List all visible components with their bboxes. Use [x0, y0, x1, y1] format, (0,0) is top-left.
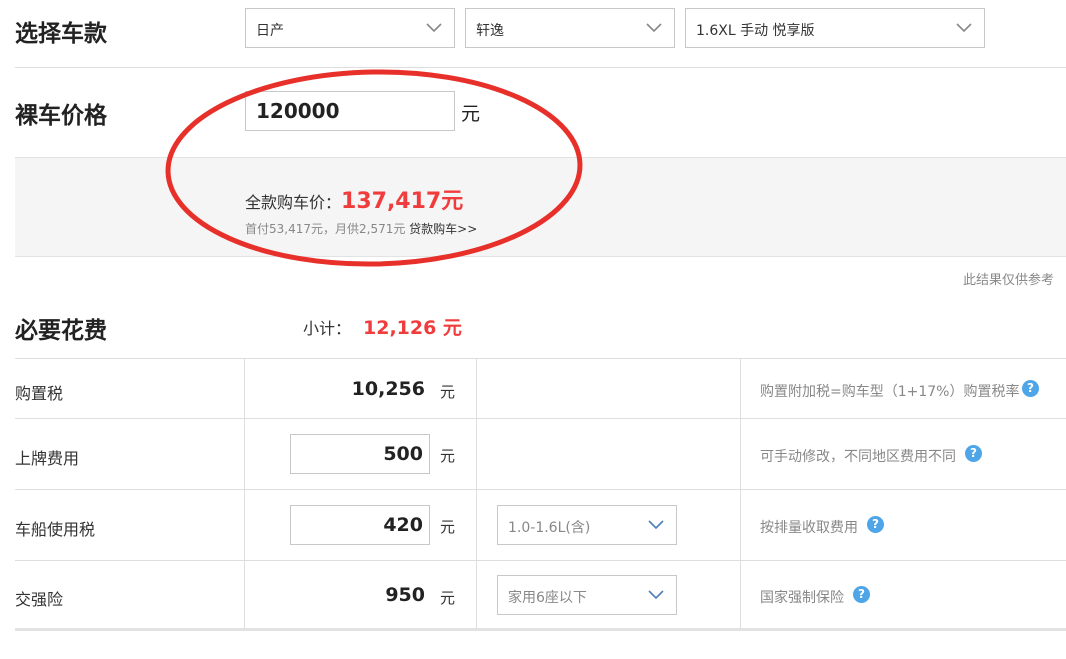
- table-divider: [15, 489, 1066, 490]
- bare-price-title: 裸车价格: [15, 103, 107, 129]
- table-col-divider: [476, 358, 477, 630]
- disclaimer: 此结果仅供参考: [963, 273, 1055, 288]
- purchase-tax-unit: 元: [440, 383, 456, 401]
- question-mark-icon[interactable]: ?: [965, 445, 982, 462]
- table-col-divider: [740, 358, 741, 630]
- purchase-tax-note: 购置附加税=购车型（1+17%）购置税率: [760, 384, 1020, 400]
- table-border-bottom: [15, 628, 1066, 631]
- seat-type-select[interactable]: 家用6座以下: [497, 575, 677, 615]
- model-select[interactable]: 1.6XL 手动 悦享版: [685, 8, 985, 48]
- question-mark-icon[interactable]: ?: [853, 586, 870, 603]
- seat-type-select-value: 家用6座以下: [508, 590, 587, 606]
- license-fee-unit: 元: [440, 447, 456, 465]
- chevron-down-icon: [648, 590, 664, 600]
- vehicle-tax-note: 按排量收取费用: [760, 520, 858, 536]
- question-mark-icon[interactable]: ?: [1022, 380, 1039, 397]
- purchase-tax-value: 10,256: [351, 378, 425, 400]
- table-col-divider: [244, 358, 245, 630]
- table-border-top: [15, 358, 1066, 359]
- model-select-value: 1.6XL 手动 悦享版: [696, 23, 815, 39]
- license-fee-input[interactable]: 500: [290, 434, 430, 474]
- table-divider: [15, 418, 1066, 419]
- purchase-tax-label: 购置税: [15, 384, 64, 403]
- vehicle-tax-unit: 元: [440, 518, 456, 536]
- chevron-down-icon: [956, 23, 972, 33]
- required-costs-title: 必要花费: [15, 318, 107, 344]
- vehicle-tax-label: 车船使用税: [15, 520, 96, 539]
- compulsory-insurance-note: 国家强制保险: [760, 590, 844, 606]
- vehicle-tax-input[interactable]: 420: [290, 505, 430, 545]
- series-select-value: 轩逸: [476, 23, 504, 39]
- annotation-circle: [165, 69, 583, 267]
- brand-select-value: 日产: [256, 23, 284, 39]
- displacement-select-value: 1.0-1.6L(含): [508, 520, 591, 536]
- chevron-down-icon: [426, 23, 442, 33]
- question-mark-icon[interactable]: ?: [867, 516, 884, 533]
- chevron-down-icon: [648, 520, 664, 530]
- select-car-title: 选择车款: [15, 21, 107, 47]
- license-fee-label: 上牌费用: [15, 449, 80, 468]
- subtotal-label: 小计：: [303, 319, 352, 338]
- series-select[interactable]: 轩逸: [465, 8, 675, 48]
- license-fee-note: 可手动修改，不同地区费用不同: [760, 449, 956, 465]
- compulsory-insurance-unit: 元: [440, 589, 456, 607]
- compulsory-insurance-value: 950: [385, 584, 425, 606]
- table-divider: [15, 560, 1066, 561]
- brand-select[interactable]: 日产: [245, 8, 455, 48]
- displacement-select[interactable]: 1.0-1.6L(含): [497, 505, 677, 545]
- compulsory-insurance-label: 交强险: [15, 590, 64, 609]
- subtotal-value: 12,126 元: [363, 317, 462, 339]
- chevron-down-icon: [646, 23, 662, 33]
